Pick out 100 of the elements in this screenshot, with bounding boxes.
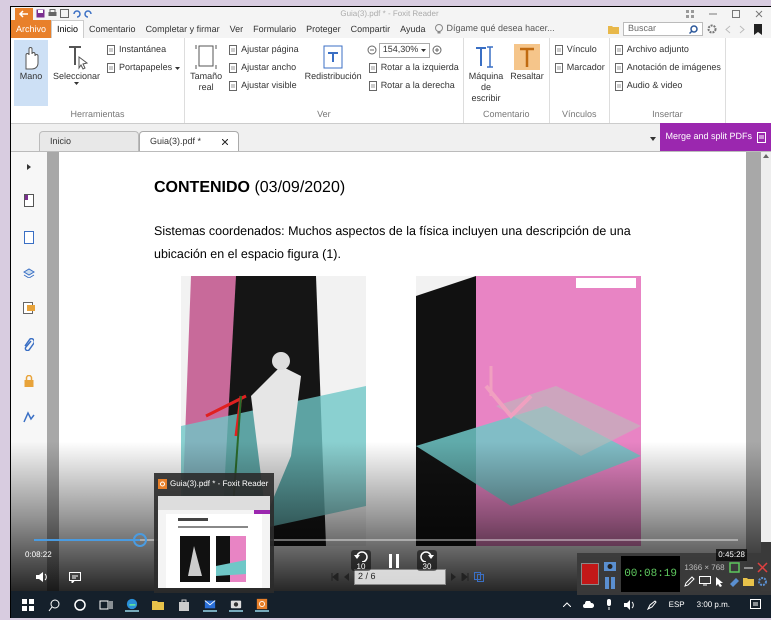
recording-timer: 00:08:19	[621, 556, 680, 592]
merge-split-button[interactable]: Merge and split PDFs	[660, 123, 771, 151]
page-icon[interactable]	[24, 194, 34, 207]
paragraph: Sistemas coordenados: Muchos aspectos de la física incluyen una descripción de una ubicación en el espacio figura (1).	[154, 223, 632, 263]
copy-icon[interactable]	[474, 572, 484, 582]
search-icon[interactable]	[47, 598, 61, 612]
page-field[interactable]: 2 / 6	[354, 569, 446, 585]
menu-tab[interactable]: Comentario	[84, 20, 141, 38]
captions-icon[interactable]	[69, 572, 81, 582]
clock[interactable]: 3:00 p.m.	[696, 598, 730, 610]
resolution-label: 1366 × 768	[684, 562, 725, 574]
pages-icon[interactable]	[24, 231, 34, 244]
search-icon	[689, 24, 698, 34]
menu-tab[interactable]: Ver	[224, 20, 248, 38]
taskbar-preview[interactable]: Guia(3).pdf * - Foxit Reader	[154, 473, 274, 593]
letter-t-icon	[513, 43, 542, 71]
document-icon	[368, 81, 378, 91]
layout-icon[interactable]	[686, 10, 694, 18]
camera-icon[interactable]	[229, 598, 243, 612]
folder-icon[interactable]	[743, 576, 754, 586]
menu-tab[interactable]: Proteger	[301, 20, 346, 38]
pencil-icon[interactable]	[684, 576, 695, 586]
lightbulb-icon	[434, 24, 443, 34]
language-indicator[interactable]: ESP	[668, 598, 685, 610]
window-title: Guia(3).pdf * - Foxit Reader	[339, 8, 440, 20]
ribbon-button[interactable]: Portapapeles	[105, 60, 182, 76]
expand-arrow-icon[interactable]	[27, 164, 31, 170]
group-label: Ver	[316, 108, 332, 120]
circle-icon[interactable]	[73, 598, 87, 612]
printer-icon[interactable]	[48, 9, 57, 18]
pause-icon[interactable]	[389, 554, 399, 568]
bookmark-icon[interactable]	[753, 24, 763, 35]
volume-icon[interactable]	[624, 600, 635, 610]
document-icon	[106, 63, 116, 73]
menu-tab[interactable]: Formulario	[248, 20, 302, 38]
app-icon	[158, 479, 167, 489]
layers-icon[interactable]	[23, 268, 35, 278]
pause-icon[interactable]	[603, 576, 618, 590]
forward-button[interactable]: 30	[417, 550, 437, 571]
menu-tab[interactable]: Compartir	[346, 20, 396, 38]
document-icon	[228, 81, 238, 91]
document-tab[interactable]: Inicio	[39, 131, 139, 151]
document-icon	[757, 132, 766, 142]
task-view-icon[interactable]	[99, 598, 113, 612]
comment-icon[interactable]	[23, 302, 35, 314]
menu-tab[interactable]: Ayuda	[395, 20, 431, 38]
caret-icon[interactable]	[650, 137, 656, 141]
zoom-field[interactable]: 154,30%	[378, 42, 430, 58]
scrollbar[interactable]	[761, 152, 771, 542]
close-icon[interactable]	[222, 138, 228, 144]
cloud-icon[interactable]	[582, 601, 594, 608]
document-tab[interactable]: Guia(3).pdf *	[139, 131, 239, 151]
menu-tab[interactable]: Inicio	[51, 20, 84, 38]
eraser-icon[interactable]	[729, 576, 740, 586]
ribbon-button[interactable]: Ajustar página	[227, 42, 300, 58]
stop-button[interactable]	[581, 563, 600, 585]
square-icon[interactable]	[729, 562, 740, 572]
up-arrow-icon[interactable]	[763, 154, 769, 158]
menu-tab[interactable]: Completar y firmar	[140, 20, 225, 38]
group-label: Comentario	[482, 108, 531, 120]
document-icon	[554, 45, 564, 55]
paperclip-icon[interactable]	[24, 338, 34, 351]
ribbon-button[interactable]: Anotación de imágenes	[612, 60, 722, 76]
maximize-icon[interactable]	[732, 10, 740, 18]
document-icon	[614, 81, 624, 91]
undo-icon[interactable]	[72, 9, 81, 18]
shopping-bag-icon[interactable]	[177, 598, 191, 612]
total-time: 0:45:28	[716, 549, 747, 561]
volume-icon[interactable]	[35, 571, 49, 583]
redo-icon[interactable]	[84, 9, 93, 18]
signature-icon[interactable]	[23, 411, 35, 423]
document-icon	[106, 45, 116, 55]
microphone-icon[interactable]	[606, 599, 612, 610]
chevron-up-icon[interactable]	[562, 602, 571, 607]
circular-arrow-icon	[420, 550, 434, 562]
windows-logo-icon[interactable]	[21, 598, 35, 612]
progress-handle[interactable]	[132, 533, 147, 547]
document-icon	[614, 63, 624, 73]
pen-icon[interactable]	[646, 600, 657, 610]
app-icon[interactable]	[255, 598, 269, 612]
group-label: Insertar	[651, 108, 684, 120]
document-icon	[228, 45, 238, 55]
cursor-icon[interactable]	[715, 576, 725, 586]
page-icon[interactable]	[60, 9, 69, 18]
browser-icon[interactable]	[125, 598, 139, 612]
group-label: Vínculos	[561, 108, 598, 120]
notification-icon[interactable]	[750, 599, 761, 610]
search-field[interactable]: Buscar	[623, 22, 703, 36]
zoom-out-icon[interactable]	[366, 45, 377, 55]
mail-icon[interactable]	[203, 598, 217, 612]
rewind-button[interactable]: 10	[351, 550, 371, 571]
save-icon[interactable]	[36, 9, 45, 18]
ribbon-button[interactable]: Rotar a la izquierda	[366, 60, 460, 76]
ribbon-button[interactable]: Marcador	[552, 60, 606, 76]
zoom-in-icon[interactable]	[432, 45, 442, 55]
heading: CONTENIDO (03/09/2020)	[154, 178, 346, 198]
tell-me-field[interactable]: Dígame qué desea hacer...	[434, 20, 555, 38]
elapsed-time: 0:08:22	[25, 549, 52, 561]
ribbon-button[interactable]: Mano	[14, 40, 48, 106]
monitor-icon[interactable]	[699, 576, 711, 586]
